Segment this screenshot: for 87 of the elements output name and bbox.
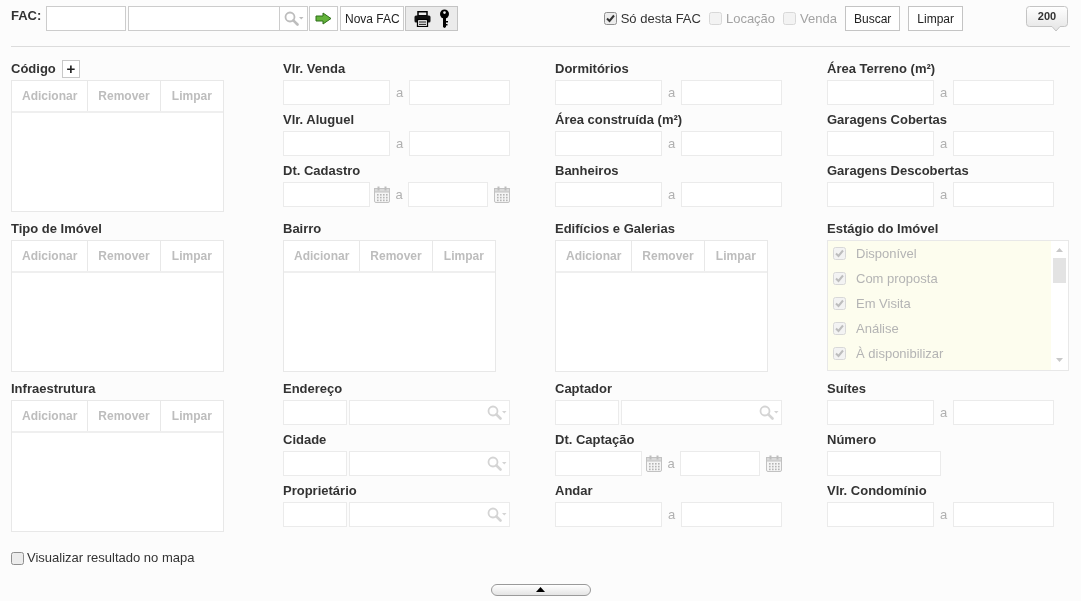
field-label: Dt. Cadastro <box>283 162 361 179</box>
search-icon <box>487 507 507 522</box>
range-separator: a <box>938 404 949 421</box>
list-button[interactable]: Remover <box>88 241 161 271</box>
checkbox-label: Locação <box>725 9 776 28</box>
field-label: Dormitórios <box>555 60 629 77</box>
field-label: Estágio do Imóvel <box>827 220 939 237</box>
list-button[interactable]: Adicionar <box>556 241 633 271</box>
count-badge: 200 <box>1026 6 1068 32</box>
range-separator: a <box>394 84 405 101</box>
list-button[interactable]: Adicionar <box>284 241 361 271</box>
option-label: À disponibilizar <box>856 344 944 363</box>
fac-label: FAC: <box>11 7 42 24</box>
field-label: Captador <box>555 380 613 397</box>
field-label: Área construída (m²) <box>555 111 683 128</box>
range-separator: a <box>938 186 949 203</box>
field-label: Andar <box>555 482 593 499</box>
range-separator: a <box>666 455 676 472</box>
field-label: Suítes <box>827 380 866 397</box>
field-label: Número <box>827 431 877 448</box>
field-label: Tipo de Imóvel <box>11 220 102 237</box>
list-button[interactable]: Limpar <box>160 401 223 431</box>
list-button[interactable]: Adicionar <box>12 241 89 271</box>
calendar-icon[interactable] <box>766 455 782 472</box>
field-label: Área Terreno (m²) <box>827 60 936 77</box>
field-label: Proprietário <box>283 482 357 499</box>
action-button[interactable]: Limpar <box>908 6 963 31</box>
range-separator: a <box>666 186 677 203</box>
range-separator: a <box>938 135 949 152</box>
field-label: Vlr. Condomínio <box>827 482 927 499</box>
checkbox-label: Venda <box>800 9 837 28</box>
field-label: Cidade <box>283 431 327 448</box>
field-label: Vlr. Aluguel <box>283 111 355 128</box>
list-button[interactable]: Limpar <box>432 241 495 271</box>
list-button[interactable]: Remover <box>88 81 161 111</box>
new-fac-button[interactable]: Nova FAC <box>340 6 405 31</box>
list-button[interactable]: Adicionar <box>12 401 89 431</box>
field-label: Código <box>11 60 56 77</box>
lookup-field[interactable] <box>128 6 309 31</box>
field-label: Bairro <box>283 220 322 237</box>
list-button[interactable]: Limpar <box>160 81 223 111</box>
field-label: Infraestrutura <box>11 380 96 397</box>
checkbox-label: Visualizar resultado no mapa <box>27 549 195 568</box>
range-separator: a <box>938 84 949 101</box>
input-field[interactable] <box>46 6 127 31</box>
option-label: Em Visita <box>856 294 911 313</box>
tool-button[interactable] <box>405 6 459 31</box>
calendar-icon[interactable] <box>494 186 510 203</box>
option-label: Disponível <box>856 244 917 263</box>
list-button[interactable]: Remover <box>88 401 161 431</box>
range-separator: a <box>666 84 677 101</box>
option-label: Análise <box>856 319 899 338</box>
field-label: Banheiros <box>555 162 619 179</box>
action-button[interactable]: Buscar <box>844 6 901 31</box>
field-label: Garagens Cobertas <box>827 111 947 128</box>
range-separator: a <box>666 135 677 152</box>
field-label: Dt. Captação <box>555 431 635 448</box>
checkbox[interactable] <box>603 12 617 25</box>
arrow-right-icon <box>315 12 333 25</box>
field-label: Garagens Descobertas <box>827 162 969 179</box>
go-button[interactable] <box>309 6 339 31</box>
checkbox[interactable] <box>11 551 24 565</box>
search-icon <box>283 11 304 26</box>
calendar-icon[interactable] <box>374 186 390 203</box>
range-separator: a <box>394 135 405 152</box>
list-button[interactable]: Adicionar <box>12 81 89 111</box>
search-icon <box>487 456 507 471</box>
caret-up-icon <box>536 587 545 592</box>
search-icon <box>759 405 779 420</box>
collapse-button[interactable] <box>490 584 591 596</box>
range-separator: a <box>394 186 404 203</box>
list-button[interactable]: Remover <box>360 241 433 271</box>
list-button[interactable]: Limpar <box>704 241 767 271</box>
calendar-icon[interactable] <box>646 455 662 472</box>
key-icon <box>438 9 450 28</box>
list-button[interactable]: Limpar <box>160 241 223 271</box>
search-icon <box>487 405 507 420</box>
add-button[interactable]: + <box>61 60 80 78</box>
checkbox-label: Só desta FAC <box>620 9 701 28</box>
range-separator: a <box>666 506 677 523</box>
field-label: Vlr. Venda <box>283 60 346 77</box>
printer-icon <box>413 10 431 27</box>
option-label: Com proposta <box>856 269 938 288</box>
field-label: Endereço <box>283 380 343 397</box>
range-separator: a <box>938 506 949 523</box>
field-label: Edifícios e Galerias <box>555 220 675 237</box>
list-button[interactable]: Remover <box>632 241 705 271</box>
